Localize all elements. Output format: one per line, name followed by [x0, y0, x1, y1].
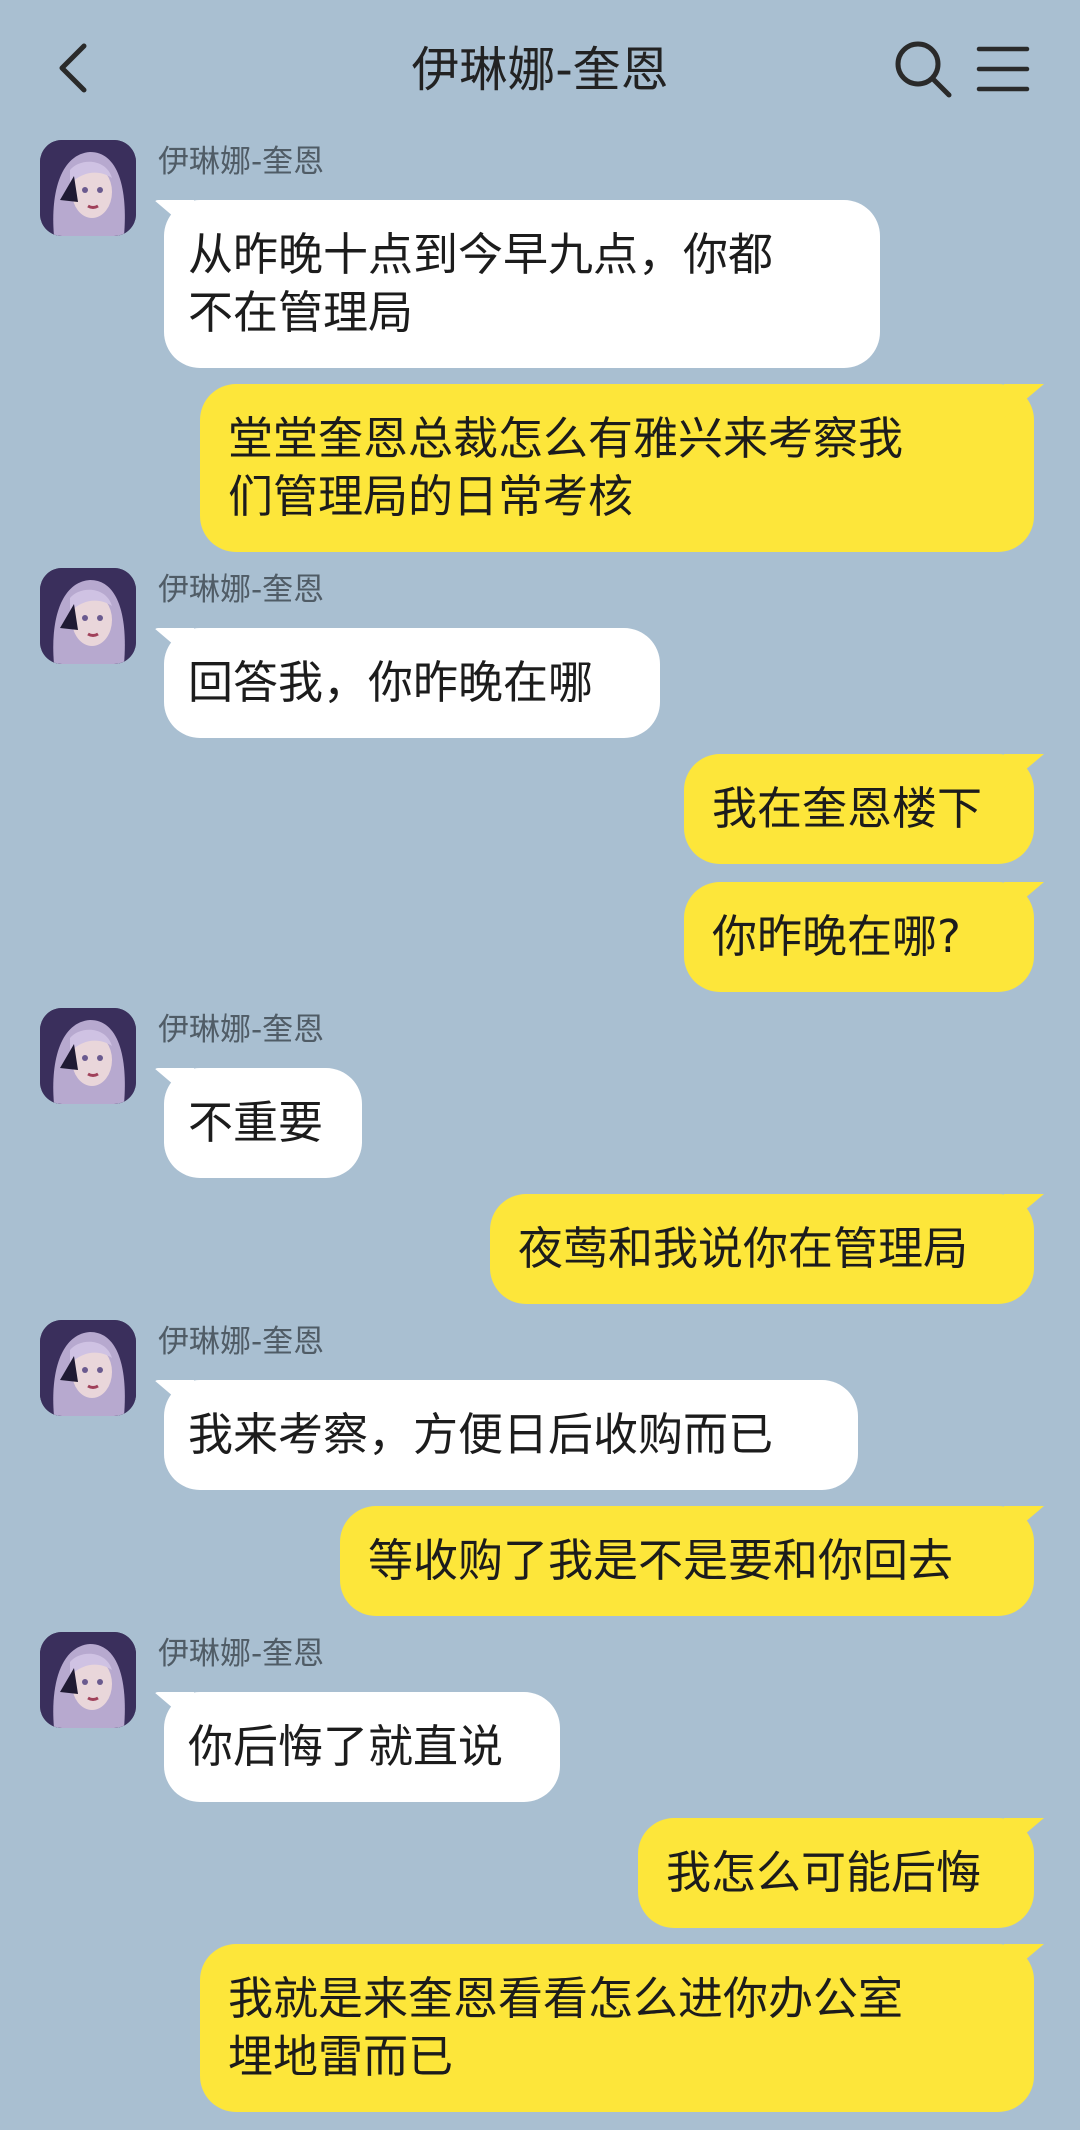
avatar[interactable] — [40, 140, 136, 236]
outgoing-message-bubble[interactable]: 堂堂奎恩总裁怎么有雅兴来考察我 们管理局的日常考核 — [200, 384, 1034, 552]
outgoing-message-bubble[interactable]: 我在奎恩楼下 — [684, 754, 1034, 864]
incoming-message-bubble[interactable]: 我来考察，方便日后收购而已 — [164, 1380, 858, 1490]
incoming-message-bubble[interactable]: 你后悔了就直说 — [164, 1692, 560, 1802]
outgoing-message-bubble[interactable]: 夜莺和我说你在管理局 — [490, 1194, 1034, 1304]
outgoing-message-bubble[interactable]: 我怎么可能后悔 — [638, 1818, 1034, 1928]
contact-avatar-image — [40, 1320, 136, 1416]
avatar[interactable] — [40, 568, 136, 664]
contact-avatar-image — [40, 568, 136, 664]
contact-avatar-image — [40, 140, 136, 236]
outgoing-message-bubble[interactable]: 我就是来奎恩看看怎么进你办公室 埋地雷而已 — [200, 1944, 1034, 2112]
avatar[interactable] — [40, 1320, 136, 1416]
sender-name: 伊琳娜-奎恩 — [158, 1324, 325, 1360]
sender-name: 伊琳娜-奎恩 — [158, 572, 325, 608]
message-list[interactable]: 伊琳娜-奎恩 从昨晚十点到今早九点，你都 不在管理局 堂堂奎恩总裁怎么有雅兴来考… — [0, 0, 1080, 2130]
contact-avatar-image — [40, 1008, 136, 1104]
avatar[interactable] — [40, 1632, 136, 1728]
avatar[interactable] — [40, 1008, 136, 1104]
incoming-message-bubble[interactable]: 不重要 — [164, 1068, 362, 1178]
contact-avatar-image — [40, 1632, 136, 1728]
sender-name: 伊琳娜-奎恩 — [158, 1636, 325, 1672]
sender-name: 伊琳娜-奎恩 — [158, 1012, 325, 1048]
incoming-message-bubble[interactable]: 从昨晚十点到今早九点，你都 不在管理局 — [164, 200, 880, 368]
outgoing-message-bubble[interactable]: 等收购了我是不是要和你回去 — [340, 1506, 1034, 1616]
sender-name: 伊琳娜-奎恩 — [158, 144, 325, 180]
outgoing-message-bubble[interactable]: 你昨晚在哪? — [684, 882, 1034, 992]
incoming-message-bubble[interactable]: 回答我，你昨晚在哪 — [164, 628, 660, 738]
